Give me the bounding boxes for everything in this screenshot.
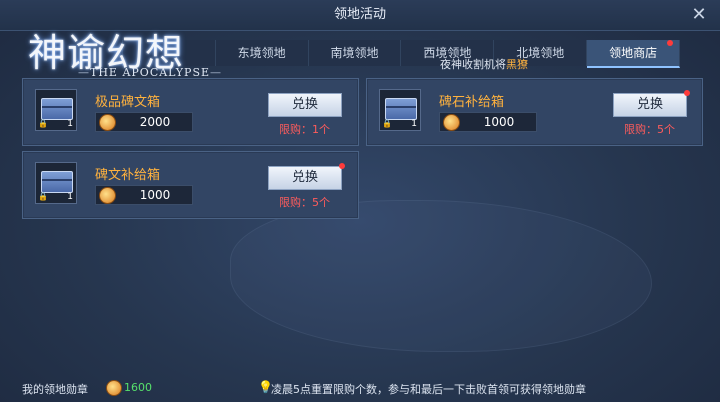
item-name: 碑文补给箱 [95, 168, 161, 183]
shop-item-card: 🔒 1 极品碑文箱 2000 兑换 限购：1个 [22, 78, 359, 146]
notification-dot [667, 40, 674, 46]
shop-item-card: 🔒 1 碑石补给箱 1000 兑换 限购：5个 [366, 78, 703, 146]
notification-dot [339, 163, 345, 169]
background-map [230, 200, 652, 352]
lock-icon: 🔒 [38, 119, 48, 128]
purchase-limit: 限购：1个 [279, 123, 330, 136]
item-price: 1000 [483, 115, 515, 129]
exchange-button[interactable]: 兑换 [268, 163, 345, 190]
item-quantity: 1 [411, 119, 417, 129]
game-logo: 神谕幻想 THE APOCALYPSE [28, 22, 218, 86]
close-icon[interactable]: ✕ [688, 4, 710, 26]
item-quantity: 1 [67, 192, 73, 202]
tab-east-territory[interactable]: 东境领地 [215, 40, 309, 66]
item-name: 极品碑文箱 [95, 95, 161, 110]
lock-icon: 🔒 [382, 119, 392, 128]
tab-territory-shop[interactable]: 领地商店 [587, 40, 681, 68]
price-box: 2000 [95, 112, 193, 132]
shop-item-card: 🔒 1 碑文补给箱 1000 兑换 限购：5个 [22, 151, 359, 219]
item-price: 1000 [139, 188, 171, 202]
item-price: 2000 [139, 115, 171, 129]
exchange-button[interactable]: 兑换 [268, 93, 342, 117]
reset-tip: 凌晨5点重置限购个数，参与和最后一下击败首领可获得领地勋章 [271, 383, 586, 396]
purchase-limit: 限购：5个 [279, 196, 330, 209]
badge-coin-icon [99, 187, 116, 204]
price-box: 1000 [439, 112, 537, 132]
badge-coin-icon [443, 114, 460, 131]
tab-south-territory[interactable]: 南境领地 [308, 40, 402, 66]
item-icon[interactable]: 🔒 1 [35, 162, 77, 204]
badge-coin-icon [106, 380, 122, 396]
badge-label: 我的领地勋章 [22, 383, 88, 396]
item-quantity: 1 [67, 119, 73, 129]
lock-icon: 🔒 [38, 192, 48, 201]
logo-subtitle: THE APOCALYPSE [78, 66, 222, 79]
item-icon[interactable]: 🔒 1 [35, 89, 77, 131]
notification-dot [684, 90, 690, 96]
purchase-limit: 限购：5个 [624, 123, 675, 136]
exchange-button[interactable]: 兑换 [613, 90, 690, 117]
chest-icon [385, 98, 417, 120]
footer-bar: 我的领地勋章 1600 💡 凌晨5点重置限购个数，参与和最后一下击败首领可获得领… [0, 373, 720, 402]
item-icon[interactable]: 🔒 1 [379, 89, 421, 131]
chest-icon [41, 98, 73, 120]
marquee-announcement: 夜神收割机将黑獠 [440, 58, 528, 71]
badge-coin-icon [99, 114, 116, 131]
window-title: 领地活动 [333, 7, 386, 22]
chest-icon [41, 171, 73, 193]
item-name: 碑石补给箱 [439, 95, 505, 110]
badge-amount: 1600 [124, 381, 152, 394]
price-box: 1000 [95, 185, 193, 205]
